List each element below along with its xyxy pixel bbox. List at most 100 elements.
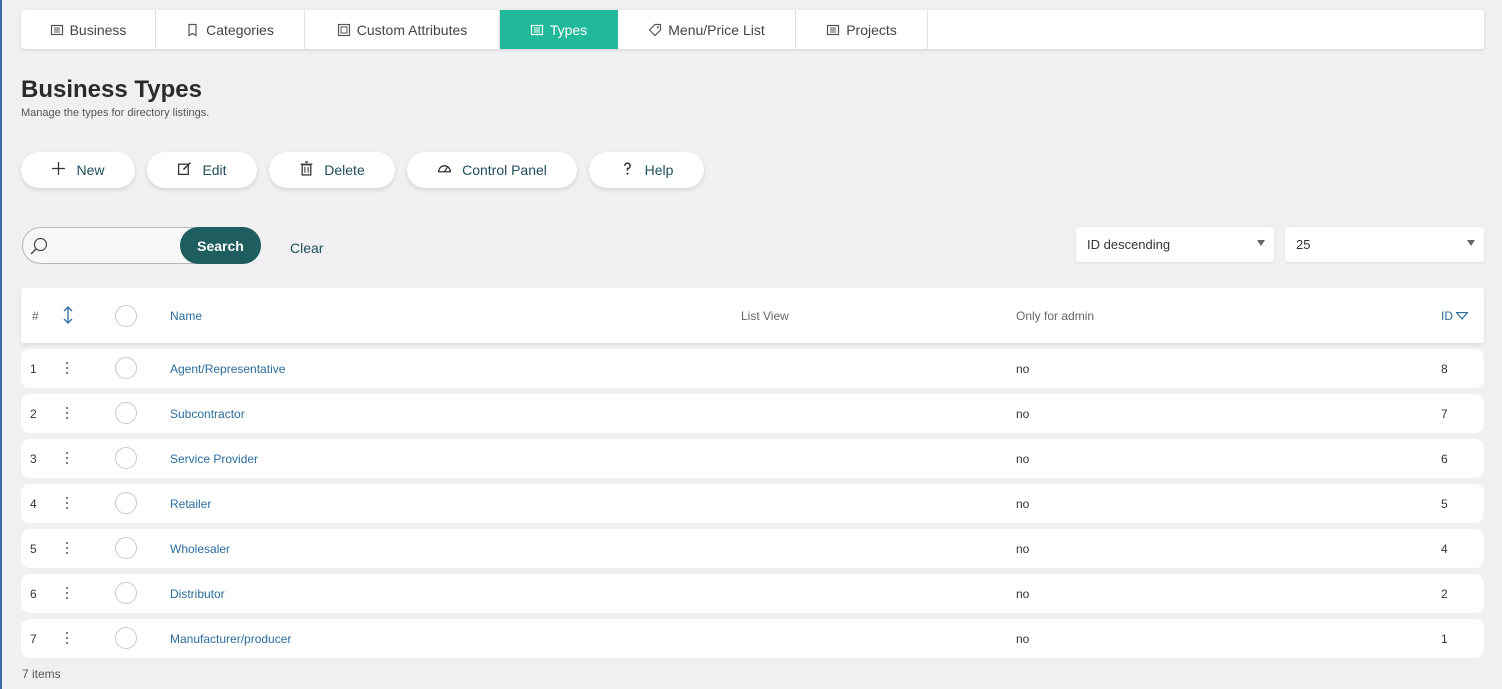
tab-bar: Business Categories Custom Attributes Ty… bbox=[21, 10, 1484, 49]
building-icon bbox=[50, 23, 64, 37]
row-name-link[interactable]: Subcontractor bbox=[170, 407, 245, 421]
clear-link[interactable]: Clear bbox=[290, 240, 323, 256]
row-index: 2 bbox=[30, 407, 37, 421]
row-name-link[interactable]: Manufacturer/producer bbox=[170, 632, 291, 646]
row-menu-icon[interactable] bbox=[65, 497, 69, 511]
trash-icon bbox=[299, 161, 314, 179]
new-button[interactable]: New bbox=[21, 152, 135, 188]
tab-business[interactable]: Business bbox=[21, 10, 156, 49]
dropdown-arrow-icon bbox=[1257, 240, 1265, 246]
row-index: 4 bbox=[30, 497, 37, 511]
select-all-checkbox[interactable] bbox=[115, 305, 137, 327]
column-header-id-label: ID bbox=[1441, 309, 1453, 323]
edit-button-label: Edit bbox=[202, 162, 227, 178]
row-only-for-admin: no bbox=[1016, 542, 1030, 556]
table-header: # Name List View Only for admin ID bbox=[21, 288, 1484, 343]
reorder-icon[interactable] bbox=[61, 305, 75, 325]
row-only-for-admin: no bbox=[1016, 362, 1030, 376]
row-id: 5 bbox=[1441, 497, 1448, 511]
row-only-for-admin: no bbox=[1016, 587, 1030, 601]
row-id: 8 bbox=[1441, 362, 1448, 376]
tab-projects[interactable]: Projects bbox=[796, 10, 928, 49]
column-header-id[interactable]: ID bbox=[1441, 309, 1470, 323]
row-name-link[interactable]: Agent/Representative bbox=[170, 362, 285, 376]
row-menu-icon[interactable] bbox=[65, 452, 69, 466]
row-menu-icon[interactable] bbox=[65, 542, 69, 556]
row-id: 4 bbox=[1441, 542, 1448, 556]
row-select-checkbox[interactable] bbox=[115, 357, 137, 379]
table-row[interactable]: 3 Service Provider no 6 bbox=[21, 439, 1484, 478]
table-row[interactable]: 7 Manufacturer/producer no 1 bbox=[21, 619, 1484, 658]
row-id: 1 bbox=[1441, 632, 1448, 646]
page-size-select-value: 25 bbox=[1296, 237, 1311, 252]
row-menu-icon[interactable] bbox=[65, 407, 69, 421]
help-icon bbox=[620, 161, 635, 179]
row-select-checkbox[interactable] bbox=[115, 627, 137, 649]
page-subtitle: Manage the types for directory listings. bbox=[21, 107, 210, 119]
tab-label: Menu/Price List bbox=[668, 21, 765, 38]
plus-icon bbox=[51, 161, 66, 179]
row-name-link[interactable]: Distributor bbox=[170, 587, 225, 601]
tab-types[interactable]: Types bbox=[500, 10, 618, 49]
page-title: Business Types bbox=[21, 76, 202, 103]
new-button-label: New bbox=[76, 162, 105, 178]
tab-menu-price-list[interactable]: Menu/Price List bbox=[618, 10, 796, 49]
row-select-checkbox[interactable] bbox=[115, 402, 137, 424]
row-only-for-admin: no bbox=[1016, 407, 1030, 421]
row-index: 5 bbox=[30, 542, 37, 556]
table-row[interactable]: 6 Distributor no 2 bbox=[21, 574, 1484, 613]
row-only-for-admin: no bbox=[1016, 497, 1030, 511]
control-panel-button-label: Control Panel bbox=[462, 162, 547, 178]
row-index: 6 bbox=[30, 587, 37, 601]
row-id: 2 bbox=[1441, 587, 1448, 601]
row-menu-icon[interactable] bbox=[65, 587, 69, 601]
item-count: 7 items bbox=[22, 667, 61, 681]
row-select-checkbox[interactable] bbox=[115, 492, 137, 514]
row-index: 1 bbox=[30, 362, 37, 376]
window-left-edge bbox=[0, 0, 2, 689]
row-name-link[interactable]: Service Provider bbox=[170, 452, 258, 466]
delete-button[interactable]: Delete bbox=[269, 152, 395, 188]
book-icon bbox=[186, 23, 200, 37]
search-button[interactable]: Search bbox=[180, 227, 261, 264]
edit-button[interactable]: Edit bbox=[147, 152, 257, 188]
edit-icon bbox=[177, 161, 192, 179]
sort-select[interactable]: ID descending bbox=[1076, 227, 1274, 262]
table-row[interactable]: 4 Retailer no 5 bbox=[21, 484, 1484, 523]
dropdown-arrow-icon bbox=[1467, 240, 1475, 246]
row-select-checkbox[interactable] bbox=[115, 582, 137, 604]
control-panel-button[interactable]: Control Panel bbox=[407, 152, 577, 188]
row-index: 3 bbox=[30, 452, 37, 466]
table-row[interactable]: 2 Subcontractor no 7 bbox=[21, 394, 1484, 433]
page-size-select[interactable]: 25 bbox=[1285, 227, 1484, 262]
attributes-icon bbox=[337, 23, 351, 37]
column-header-list-view[interactable]: List View bbox=[741, 309, 789, 323]
tab-categories[interactable]: Categories bbox=[156, 10, 305, 49]
sort-select-value: ID descending bbox=[1087, 237, 1171, 252]
row-name-link[interactable]: Wholesaler bbox=[170, 542, 230, 556]
tab-label: Projects bbox=[846, 21, 897, 38]
search-icon bbox=[29, 236, 49, 256]
row-select-checkbox[interactable] bbox=[115, 537, 137, 559]
row-only-for-admin: no bbox=[1016, 452, 1030, 466]
delete-button-label: Delete bbox=[324, 162, 365, 178]
row-id: 6 bbox=[1441, 452, 1448, 466]
search-input[interactable] bbox=[53, 234, 183, 260]
column-header-only-for-admin[interactable]: Only for admin bbox=[1016, 309, 1094, 323]
row-menu-icon[interactable] bbox=[65, 362, 69, 376]
tab-label: Categories bbox=[206, 21, 274, 38]
table-row[interactable]: 5 Wholesaler no 4 bbox=[21, 529, 1484, 568]
table-row[interactable]: 1 Agent/Representative no 8 bbox=[21, 349, 1484, 388]
sort-descending-icon bbox=[1455, 309, 1470, 323]
row-select-checkbox[interactable] bbox=[115, 447, 137, 469]
tab-custom-attributes[interactable]: Custom Attributes bbox=[305, 10, 500, 49]
gauge-icon bbox=[437, 161, 452, 179]
tab-label: Custom Attributes bbox=[356, 21, 468, 38]
row-only-for-admin: no bbox=[1016, 632, 1030, 646]
column-header-name[interactable]: Name bbox=[170, 309, 202, 323]
row-menu-icon[interactable] bbox=[65, 632, 69, 646]
row-name-link[interactable]: Retailer bbox=[170, 497, 211, 511]
help-button[interactable]: Help bbox=[589, 152, 704, 188]
help-button-label: Help bbox=[644, 162, 674, 178]
column-header-index: # bbox=[32, 309, 39, 323]
